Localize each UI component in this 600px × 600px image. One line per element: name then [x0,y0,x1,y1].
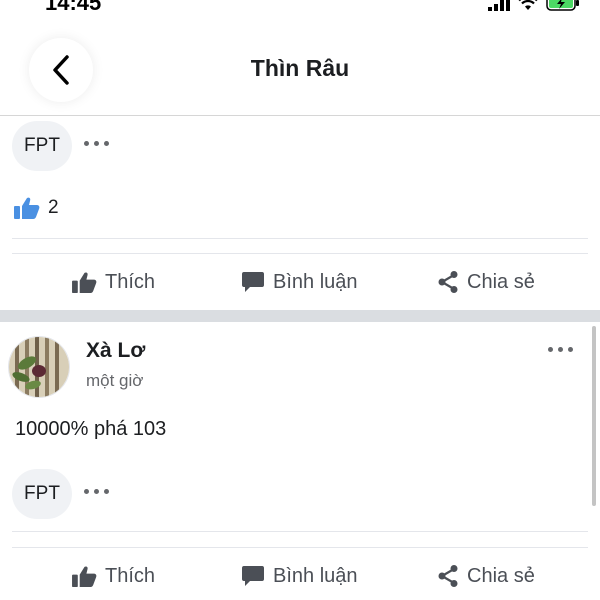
status-icons [488,0,580,11]
scrollbar[interactable] [592,326,596,506]
dot-icon [94,141,99,146]
share-icon [438,565,458,587]
comment-button[interactable]: Bình luận [241,262,358,302]
comment-bubble-icon [242,566,264,586]
avatar-image [9,337,69,397]
author-name[interactable]: Xà Lơ [86,339,145,363]
nav-header: Thìn Râu [0,14,600,115]
like-button-label: Thích [105,564,156,587]
share-button[interactable]: Chia sẻ [437,262,535,302]
thumbs-up-icon [72,566,97,587]
status-time: 14:45 [45,0,102,14]
comment-reaction-label: FPT [24,483,60,504]
post2-divider-top [12,531,588,532]
comment-more-button[interactable] [84,489,109,494]
wifi-icon [518,0,538,10]
comment-button-label: Bình luận [273,270,358,293]
like-button-label: Thích [105,270,156,293]
signal-icon [488,0,510,11]
dot-icon [84,141,89,146]
post1-action-bar: Thích Bình luận Chia sẻ [0,262,600,302]
comment-button[interactable]: Bình luận [241,556,358,596]
dot-icon [558,347,563,352]
battery-charging-icon [546,0,579,11]
share-button-label: Chia sẻ [467,270,535,293]
post1-divider-top [12,238,588,239]
post2-action-bar: Thích Bình luận Chia sẻ [0,556,600,596]
dot-icon [104,141,109,146]
post1-divider [12,253,588,254]
like-button[interactable]: Thích [72,262,155,302]
share-button-label: Chia sẻ [467,564,535,587]
comment-button-label: Bình luận [273,564,358,587]
dot-icon [548,347,553,352]
post2-divider [12,547,588,548]
dot-icon [568,347,573,352]
page-title: Thìn Râu [250,55,350,81]
comment-bubble-icon [242,272,264,292]
dot-icon [94,489,99,494]
post-separator [0,310,600,322]
dot-icon [84,489,89,494]
thumbs-up-icon [14,197,40,219]
comment-reaction-pill[interactable]: FPT [12,121,72,171]
share-button[interactable]: Chia sẻ [437,556,535,596]
share-icon [438,271,458,293]
post-timestamp[interactable]: một giờ [86,371,143,391]
comment-more-button[interactable] [84,141,109,146]
like-button[interactable]: Thích [72,556,155,596]
thumbs-up-icon [72,272,97,293]
status-bar: 14:45 [0,0,600,14]
avatar[interactable] [8,336,70,398]
like-summary[interactable]: 2 [14,196,59,220]
dot-icon [104,489,109,494]
post-text: 10000% phá 103 [15,418,167,440]
header-divider [0,115,600,116]
comment-reaction-pill[interactable]: FPT [12,469,72,519]
like-count: 2 [48,197,59,218]
comment-reaction-label: FPT [24,135,60,156]
post-options-button[interactable] [548,347,573,352]
